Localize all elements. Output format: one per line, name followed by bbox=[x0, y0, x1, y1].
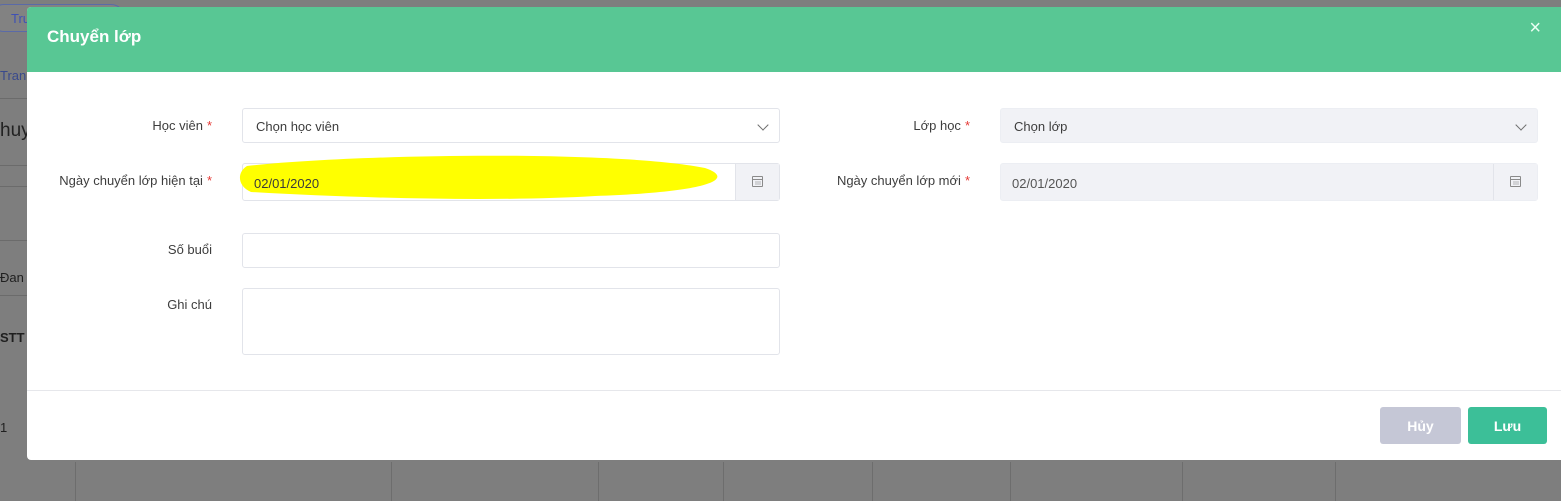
footer-divider bbox=[27, 390, 1561, 391]
background-divider bbox=[0, 98, 30, 99]
background-table-column-line bbox=[598, 462, 599, 501]
background-table-column-line bbox=[1182, 462, 1183, 501]
current-date-label: Ngày chuyển lớp hiện tại * bbox=[57, 173, 212, 189]
student-select[interactable]: Chọn học viên bbox=[242, 108, 780, 143]
calendar-icon bbox=[1510, 176, 1521, 187]
student-label-text: Học viên bbox=[152, 118, 203, 133]
required-mark: * bbox=[964, 118, 970, 133]
note-label: Ghi chú bbox=[57, 297, 212, 313]
background-row-number: 1 bbox=[0, 420, 8, 435]
note-label-text: Ghi chú bbox=[167, 297, 212, 312]
background-divider bbox=[0, 165, 30, 166]
background-table-column-line bbox=[723, 462, 724, 501]
new-date-label: Ngày chuyển lớp mới * bbox=[797, 173, 970, 189]
required-mark: * bbox=[206, 118, 212, 133]
calendar-icon bbox=[752, 176, 763, 187]
sessions-label: Số buổi bbox=[57, 242, 212, 258]
student-label: Học viên * bbox=[57, 118, 212, 134]
class-label-text: Lớp học bbox=[913, 118, 961, 133]
chevron-down-icon bbox=[757, 119, 769, 131]
student-select-placeholder: Chọn học viên bbox=[256, 119, 340, 134]
new-date-label-text: Ngày chuyển lớp mới bbox=[836, 173, 961, 188]
class-select[interactable]: Chọn lớp bbox=[1000, 108, 1538, 143]
cancel-button[interactable]: Hủy bbox=[1380, 407, 1461, 444]
background-divider bbox=[0, 240, 30, 241]
background-table-column-line bbox=[872, 462, 873, 501]
modal-header: Chuyển lớp × bbox=[27, 7, 1561, 72]
new-date-picker[interactable]: 02/01/2020 bbox=[1000, 163, 1538, 201]
background-divider bbox=[0, 295, 30, 296]
calendar-button[interactable] bbox=[1493, 164, 1537, 200]
required-mark: * bbox=[206, 173, 212, 188]
modal-title: Chuyển lớp bbox=[47, 27, 142, 46]
close-icon[interactable]: × bbox=[1529, 17, 1541, 40]
current-date-value: 02/01/2020 bbox=[254, 176, 320, 191]
transfer-class-modal: Chuyển lớp × Học viên * Chọn học viên Lớp… bbox=[27, 7, 1561, 460]
save-button[interactable]: Lưu bbox=[1468, 407, 1547, 444]
background-divider bbox=[0, 186, 30, 187]
current-date-picker[interactable]: 02/01/2020 bbox=[239, 155, 780, 201]
current-date-label-text: Ngày chuyển lớp hiện tại bbox=[59, 173, 203, 188]
class-select-placeholder: Chọn lớp bbox=[1014, 119, 1068, 134]
new-date-value: 02/01/2020 bbox=[1012, 176, 1078, 191]
note-textarea[interactable] bbox=[242, 288, 780, 355]
required-mark: * bbox=[964, 173, 970, 188]
background-table-header: STT bbox=[0, 330, 25, 345]
sessions-label-text: Số buổi bbox=[167, 242, 212, 257]
calendar-button[interactable] bbox=[735, 164, 779, 200]
background-table-column-line bbox=[1010, 462, 1011, 501]
class-label: Lớp học * bbox=[817, 118, 970, 134]
background-table-column-line bbox=[391, 462, 392, 501]
background-table-column-line bbox=[1335, 462, 1336, 501]
background-table-column-line bbox=[75, 462, 76, 501]
sessions-input[interactable] bbox=[242, 233, 780, 268]
chevron-down-icon bbox=[1515, 119, 1527, 131]
background-filter-text: Đan bbox=[0, 270, 24, 285]
background-breadcrumb-link: Tran bbox=[0, 68, 27, 83]
